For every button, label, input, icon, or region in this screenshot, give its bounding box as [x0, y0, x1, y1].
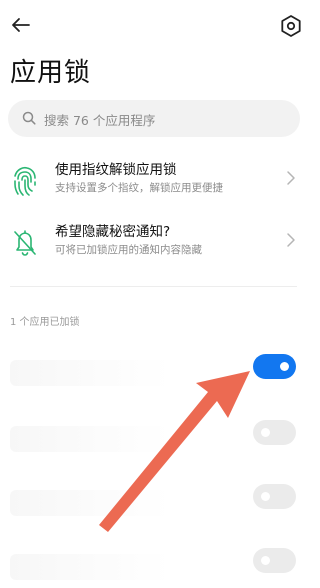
app-lock-toggle[interactable]	[253, 420, 296, 445]
app-name-blurred	[10, 554, 170, 580]
chevron-right-icon	[287, 171, 295, 185]
fingerprint-icon	[14, 166, 36, 196]
search-input[interactable]: 搜索 76 个应用程序	[44, 110, 155, 129]
top-bar	[0, 0, 317, 50]
app-lock-toggle[interactable]	[253, 354, 296, 379]
chevron-right-icon	[287, 233, 295, 247]
option-subtitle: 可将已加锁应用的通知内容隐藏	[55, 244, 202, 256]
search-icon	[22, 111, 36, 125]
bell-off-icon	[14, 230, 36, 256]
fingerprint-unlock-option[interactable]: 使用指纹解锁应用锁 支持设置多个指纹，解锁应用更便捷	[0, 156, 317, 212]
locked-count-label: 1 个应用已加锁	[10, 317, 80, 328]
app-row	[0, 484, 317, 524]
divider	[10, 286, 297, 287]
toggle-knob	[280, 362, 289, 371]
app-row	[0, 420, 317, 460]
toggle-knob	[261, 556, 270, 565]
app-name-blurred	[10, 426, 170, 452]
search-box[interactable]: 搜索 76 个应用程序	[8, 100, 300, 137]
app-row	[0, 548, 317, 588]
app-lock-toggle[interactable]	[253, 548, 296, 573]
app-lock-toggle[interactable]	[253, 484, 296, 509]
app-row	[0, 354, 317, 394]
app-name-blurred	[10, 490, 170, 516]
option-title: 希望隐藏秘密通知?	[55, 224, 171, 240]
app-name-blurred	[10, 360, 170, 386]
option-title: 使用指纹解锁应用锁	[55, 162, 177, 178]
back-arrow-icon[interactable]	[8, 12, 34, 38]
hide-notifications-option[interactable]: 希望隐藏秘密通知? 可将已加锁应用的通知内容隐藏	[0, 218, 317, 274]
gear-icon[interactable]	[278, 13, 304, 39]
toggle-knob	[261, 428, 270, 437]
toggle-knob	[261, 492, 270, 501]
page-title: 应用锁	[10, 58, 92, 88]
option-subtitle: 支持设置多个指纹，解锁应用更便捷	[55, 182, 223, 194]
